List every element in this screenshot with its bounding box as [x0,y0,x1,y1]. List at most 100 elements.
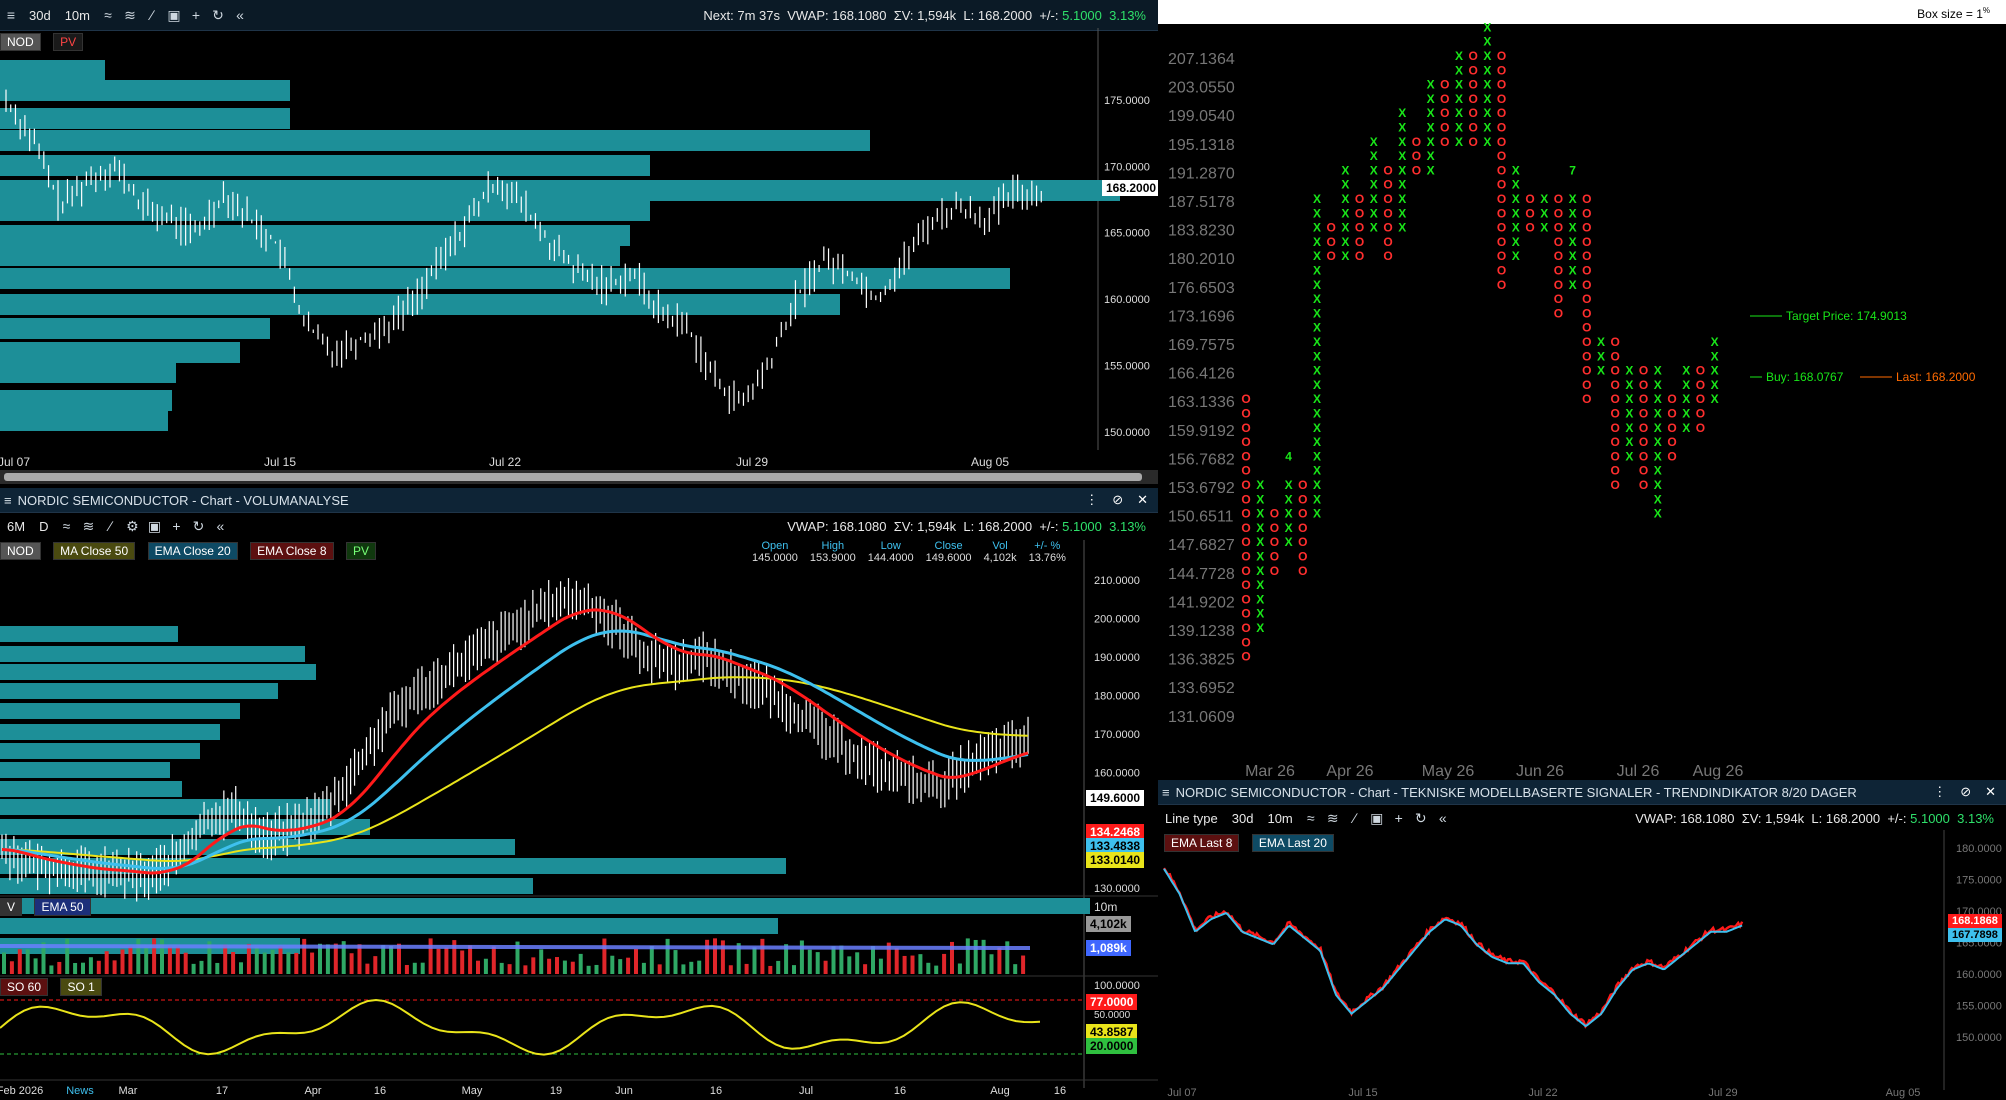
pf-x-mark: X [1370,192,1378,206]
pf-o-mark: O [1554,278,1563,292]
pf-o-mark: O [1298,521,1307,535]
volume-bar [562,960,567,974]
pf-o-mark: O [1440,121,1449,135]
volume-bar [310,952,315,974]
point-figure-plot[interactable]: 207.1364 203.0550 199.0540 195.1318 191.2870… [1158,0,2006,780]
volume-profile-bar [0,362,176,383]
pf-x-mark: X [1512,235,1520,249]
pf-x-tick-label: May 26 [1422,763,1475,780]
y-tick-label: 175.0000 [1956,875,2002,887]
volume-profile-bar [0,743,200,759]
pf-x-mark: X [1455,121,1463,135]
volume-bar [262,952,267,974]
pf-o-mark: O [1554,249,1563,263]
pf-o-mark: O [1469,106,1478,120]
pf-x-mark: X [1625,435,1633,449]
volume-bar [294,952,299,974]
x-tick-label: Jul 22 [1528,1087,1557,1099]
pf-x-mark: X [1313,364,1321,378]
pf-x-mark: X [1313,464,1321,478]
pf-x-mark: X [1398,149,1406,163]
legend-volume-ema50[interactable]: EMA 50 [34,898,91,916]
pf-x-mark: X [1313,507,1321,521]
pf-o-mark: O [1639,435,1648,449]
volume-ema-tag: 1,089k [1086,940,1131,956]
pf-o-mark: O [1412,149,1421,163]
pf-x-mark: X [1455,49,1463,63]
volume-bar [815,952,820,974]
pf-o-mark: O [1497,63,1506,77]
volume-bar [973,939,978,974]
x-tick-label: 16 [1054,1085,1066,1097]
volume-bar [752,947,757,974]
pf-x-mark: X [1285,507,1293,521]
volume-bar [302,938,307,974]
pf-o-mark: O [1241,550,1250,564]
pf-y-tick-label: 131.0609 [1168,709,1235,726]
pf-x-mark: X [1483,135,1491,149]
pf-o-mark: O [1497,278,1506,292]
pf-x-mark: X [1427,92,1435,106]
volume-bar [531,957,536,974]
pf-x-mark: X [1625,392,1633,406]
volume-bar [183,952,188,974]
pf-o-mark: O [1241,407,1250,421]
pf-o-mark: O [1241,621,1250,635]
pf-o-mark: O [1582,264,1591,278]
pf-x-mark: X [1427,106,1435,120]
pf-x-mark: X [1256,607,1264,621]
pf-o-mark: O [1639,392,1648,406]
volume-bar [689,961,694,974]
pf-x-mark: X [1512,221,1520,235]
pf-o-mark: O [1270,550,1279,564]
pf-o-mark: O [1497,221,1506,235]
pf-x-mark: X [1313,292,1321,306]
pf-x-mark: X [1398,106,1406,120]
pf-o-mark: O [1696,392,1705,406]
legend-volume[interactable]: V [0,898,23,916]
volume-bar [555,957,559,974]
volume-bar [152,938,157,974]
pf-o-mark: O [1611,421,1620,435]
horizontal-scrollbar[interactable] [0,470,1158,484]
pf-o-mark: O [1497,135,1506,149]
pf-o-mark: O [1582,378,1591,392]
pf-x-mark: X [1483,20,1491,34]
legend-so60[interactable]: SO 60 [0,978,49,996]
pf-o-mark: O [1497,121,1506,135]
pf-o-mark: O [1241,535,1250,549]
volume-bar [96,960,101,974]
pf-x-mark: X [1711,335,1719,349]
pf-o-mark: O [1270,521,1279,535]
pf-y-tick-label: 139.1238 [1168,623,1235,640]
pf-o-mark: O [1469,121,1478,135]
volume-bar [17,949,22,974]
volume-bar [349,953,354,974]
volume-bar [128,946,133,974]
pf-x-mark: X [1711,392,1719,406]
volume-bar [634,949,638,974]
pf-x-mark: X [1313,349,1321,363]
trend-indicator-plot[interactable]: 180.0000175.0000170.0000165.0000160.0000… [1158,780,2006,1100]
pf-o-mark: O [1497,163,1506,177]
legend-so1[interactable]: SO 1 [60,978,102,996]
pf-o-mark: O [1241,592,1250,606]
pf-o-mark: O [1611,335,1620,349]
pf-x-mark: X [1256,492,1264,506]
volume-price-plot[interactable]: 210.0000 200.0000 190.0000 180.0000 170.0000… [0,488,1158,1100]
stochastic-legend: SO 60 SO 1 [0,978,110,996]
volume-profile-bar [0,878,533,894]
pf-o-mark: O [1611,449,1620,463]
y-tick-label: 210.0000 [1094,575,1140,587]
pf-o-mark: O [1241,564,1250,578]
y-tick-label: 165.0000 [1104,228,1150,240]
volume-profile-bar [0,799,330,815]
price-chart-plot[interactable]: 175.0000 170.0000 165.0000 160.0000 155.0000… [0,0,1158,488]
volume-profile-bar [0,245,620,266]
pf-month-digit: 7 [1569,163,1576,177]
volume-bar [428,938,433,974]
volume-profile-bar [0,390,172,411]
volume-profile-bar [0,703,240,719]
pf-x-mark: X [1313,435,1321,449]
y-tick-label: 180.0000 [1956,843,2002,855]
